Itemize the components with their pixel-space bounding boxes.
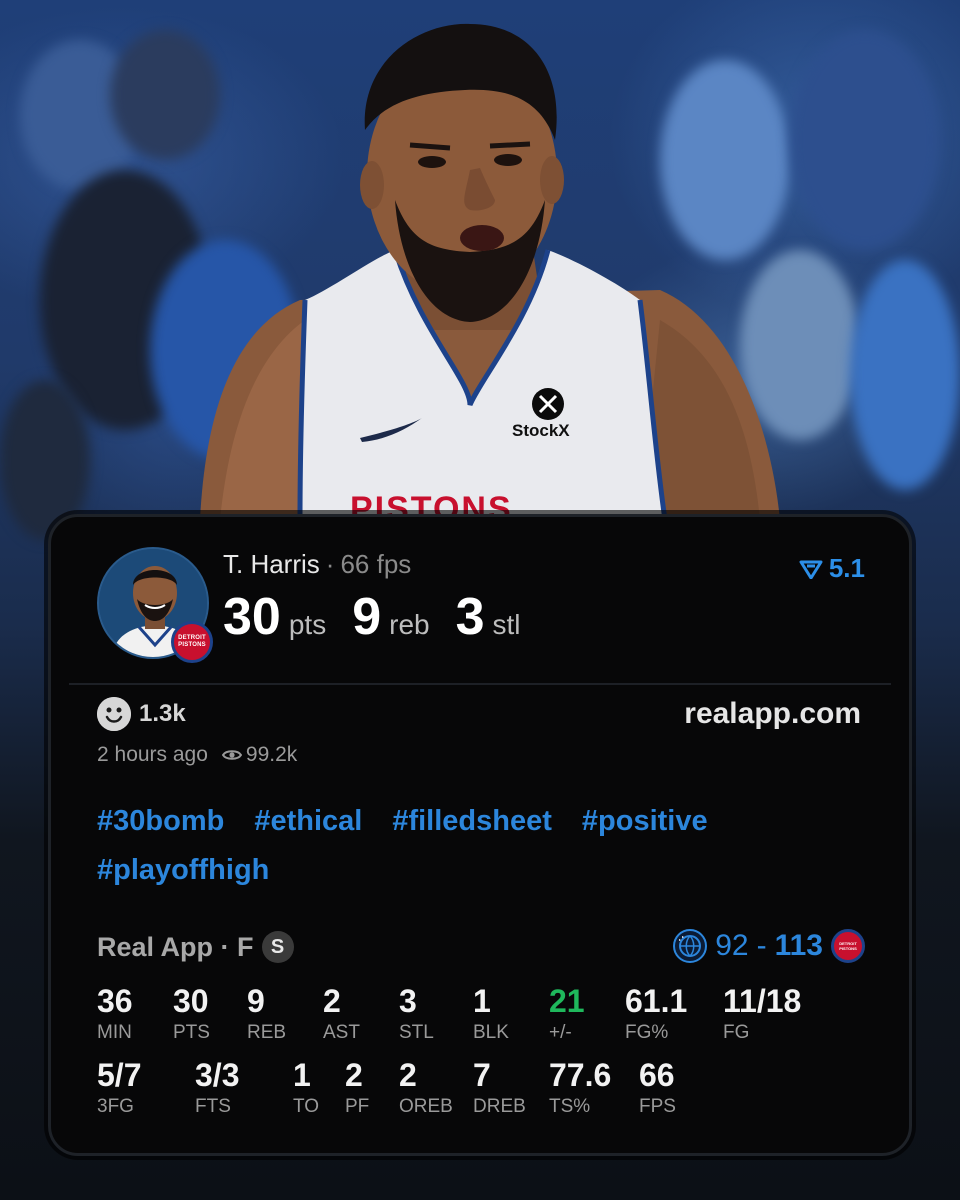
real-rating-icon <box>799 560 823 579</box>
away-score: 92 <box>715 929 749 962</box>
view-count: 99.2k <box>221 743 298 767</box>
stat-label: FPS <box>639 1096 676 1117</box>
game-league-label: Real App · F S <box>97 931 294 963</box>
eye-icon <box>221 750 242 760</box>
stat-label: +/- <box>549 1022 572 1043</box>
stat-label: TS% <box>549 1096 591 1117</box>
stat-pf: 2 PF <box>345 1057 369 1118</box>
stat-value: 21 <box>549 983 585 1019</box>
stat-min: 36 MIN <box>97 983 133 1044</box>
stat-value: 66 <box>639 1057 675 1093</box>
stat-label: 3FG <box>97 1096 134 1117</box>
stat-label: PTS <box>173 1022 210 1043</box>
stat-value: 1 <box>293 1057 311 1093</box>
box-score-row-2: 5/7 3FG 3/3 FTS 1 TO 2 PF 2 OREB 7 DREB … <box>97 1057 877 1127</box>
hashtag[interactable]: #30bomb <box>97 805 224 838</box>
stat-fg: 11/18 FG <box>723 983 801 1044</box>
site-link[interactable]: realapp.com <box>684 697 861 731</box>
team-badge: DETROIT PISTONS <box>171 621 213 663</box>
stat-value: 1 <box>473 983 491 1019</box>
box-score-row-1: 36 MIN 30 PTS 9 REB 2 AST 3 STL 1 BLK 21… <box>97 983 877 1053</box>
score-separator: - <box>756 929 767 962</box>
stat-label: FTS <box>195 1096 231 1117</box>
stat-value: 5/7 <box>97 1057 142 1093</box>
stat-3fg: 5/7 3FG <box>97 1057 141 1118</box>
stat-dreb: 7 DREB <box>473 1057 526 1118</box>
rating-badge[interactable]: 5.1 <box>799 553 865 584</box>
post-meta: 2 hours ago 99.2k <box>97 743 297 767</box>
orlando-magic-logo-icon <box>673 929 708 963</box>
stat-value: 36 <box>97 983 133 1019</box>
stat-label: TO <box>293 1096 320 1117</box>
stat-value: 7 <box>473 1057 491 1093</box>
league-text: Real App · F <box>97 931 254 962</box>
player-figure: StockX PISTONS <box>200 23 780 520</box>
stat-label: AST <box>323 1022 360 1043</box>
home-score: 113 <box>774 929 823 962</box>
rating-value: 5.1 <box>828 553 865 583</box>
stat-value: 11/18 <box>723 983 802 1019</box>
stat-value: 3 <box>399 983 417 1019</box>
stat-value: 3/3 <box>195 1057 240 1093</box>
headline-points-unit: pts <box>288 609 327 640</box>
stat-label: FG <box>723 1022 750 1043</box>
stat-value: 2 <box>345 1057 363 1093</box>
stat-ts-pct: 77.6 TS% <box>549 1057 611 1118</box>
hashtag[interactable]: #filledsheet <box>392 805 552 838</box>
player-fps: 66 fps <box>340 549 412 579</box>
stat-oreb: 2 OREB <box>399 1057 453 1118</box>
stat-fps: 66 FPS <box>639 1057 676 1118</box>
stat-reb: 9 REB <box>247 983 286 1044</box>
stat-fg-pct: 61.1 FG% <box>625 983 687 1044</box>
hashtag-list: #30bomb #ethical #filledsheet #positive … <box>97 805 857 887</box>
stat-value: 77.6 <box>549 1057 612 1093</box>
player-name[interactable]: T. Harris <box>223 549 320 579</box>
stat-value: 2 <box>323 983 341 1019</box>
stat-label: BLK <box>473 1022 509 1043</box>
status-badge: S <box>261 931 294 963</box>
stat-label: PF <box>345 1096 370 1117</box>
player-stat-card[interactable]: DETROIT PISTONS T. Harris · 66 fps 30 pts … <box>48 514 912 1156</box>
stat-label: REB <box>247 1022 287 1043</box>
stat-value: 30 <box>173 983 209 1019</box>
name-separator: · <box>325 549 335 579</box>
headline-points-value: 30 <box>223 588 281 646</box>
stat-blk: 1 BLK <box>473 983 509 1044</box>
headline-steals-unit: stl <box>492 609 521 640</box>
stat-label: STL <box>399 1022 434 1043</box>
stat-label: DREB <box>473 1096 526 1117</box>
headline-rebounds-unit: reb <box>389 609 430 640</box>
stat-value: 61.1 <box>625 983 688 1019</box>
home-logo-text: DETROIT PISTONS <box>839 941 857 951</box>
stat-label: FG% <box>625 1022 669 1043</box>
headline-steals-value: 3 <box>455 588 485 646</box>
stat-label: MIN <box>97 1022 132 1043</box>
post-time: 2 hours ago <box>97 743 208 766</box>
reactions-button[interactable]: 1.3k <box>97 697 186 731</box>
stat-ast: 2 AST <box>323 983 360 1044</box>
stat-stl: 3 STL <box>399 983 434 1044</box>
stat-value: 9 <box>247 983 265 1019</box>
player-name-line: T. Harris · 66 fps <box>223 549 411 580</box>
stat-pts: 30 PTS <box>173 983 210 1044</box>
stat-to: 1 TO <box>293 1057 319 1118</box>
stat-value: 2 <box>399 1057 417 1093</box>
hashtag[interactable]: #ethical <box>254 805 362 838</box>
headline-stats: 30 pts 9 reb 3 stl <box>223 587 547 647</box>
smiley-icon <box>97 697 131 731</box>
game-score[interactable]: 92-113 DETROIT PISTONS <box>673 929 865 963</box>
stat-fts: 3/3 FTS <box>195 1057 239 1118</box>
hashtag[interactable]: #playoffhigh <box>97 854 269 887</box>
card-divider <box>69 683 891 685</box>
stat-label: OREB <box>399 1096 453 1117</box>
svg-text:StockX: StockX <box>512 421 570 440</box>
headline-rebounds-value: 9 <box>352 588 382 646</box>
team-badge-text: DETROIT PISTONS <box>178 635 206 648</box>
view-count-value: 99.2k <box>245 743 298 766</box>
hashtag[interactable]: #positive <box>582 805 708 838</box>
reaction-count: 1.3k <box>139 700 186 727</box>
stat-plus-minus: 21 +/- <box>549 983 585 1044</box>
detroit-pistons-logo-icon: DETROIT PISTONS <box>831 929 865 963</box>
